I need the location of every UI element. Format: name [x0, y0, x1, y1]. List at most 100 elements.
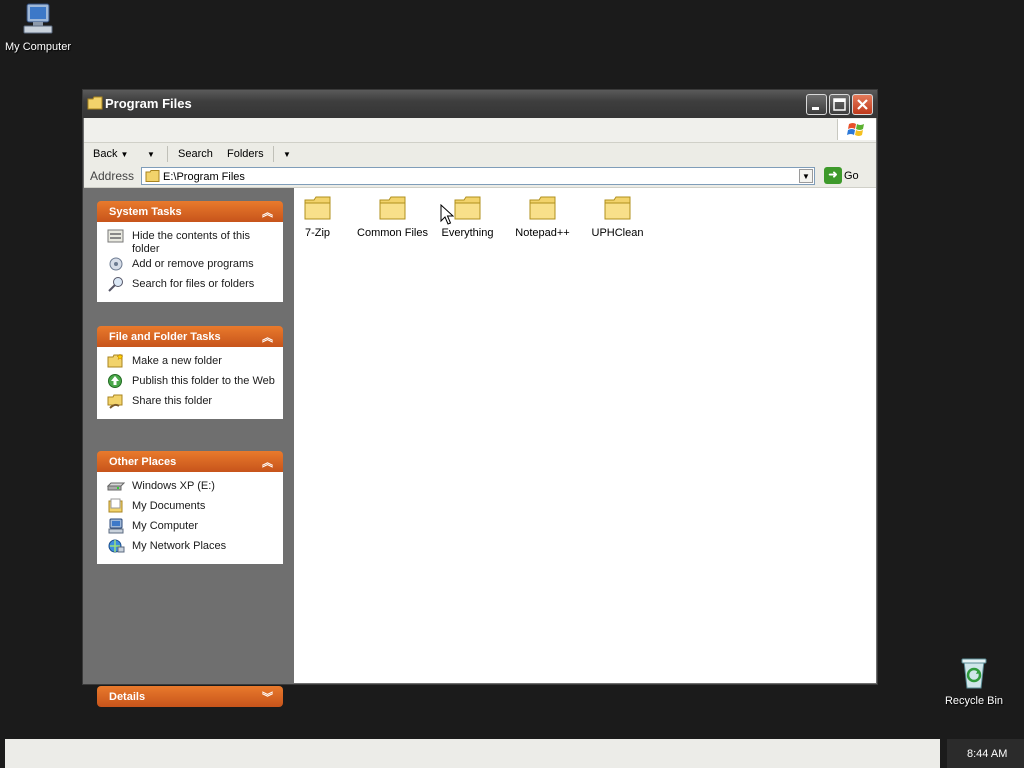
clock[interactable]: 8:44 AM	[967, 748, 1007, 760]
task-hide-contents[interactable]: Hide the contents of this folder	[107, 228, 277, 256]
forward-dropdown[interactable]: ▼	[147, 148, 155, 160]
folder-item[interactable]: Notepad++	[505, 194, 580, 239]
search-button[interactable]: Search	[178, 148, 213, 160]
system-tray: 8:44 AM	[947, 739, 1024, 768]
folder-name: 7-Zip	[304, 227, 331, 239]
explorer-window: Program Files Back ▼ ▼ Search Folders ▼	[82, 89, 878, 707]
maximize-button[interactable]	[829, 94, 850, 115]
folder-name: Everything	[441, 227, 494, 239]
place-label: Windows XP (E:)	[132, 480, 215, 492]
folder-name: Common Files	[357, 227, 428, 239]
hide-folder-icon	[107, 229, 124, 243]
go-arrow-icon: ➜	[824, 167, 842, 184]
add-remove-programs-icon	[109, 257, 123, 271]
dropdown-arrow-icon: ▼	[147, 150, 155, 159]
panel-title: File and Folder Tasks	[109, 331, 221, 343]
task-label: Add or remove programs	[132, 258, 254, 270]
file-view[interactable]: 7-Zip Common Files Everything Notepad++ …	[294, 188, 876, 683]
place-my-network-places[interactable]: My Network Places	[107, 538, 277, 558]
toolbar: Back ▼ ▼ Search Folders ▼	[84, 143, 876, 166]
address-input[interactable]: E:\Program Files ▼	[141, 167, 815, 185]
task-make-new-folder[interactable]: Make a new folder	[107, 353, 277, 373]
other-places-header[interactable]: Other Places ︽	[97, 451, 283, 472]
folder-icon	[454, 196, 480, 220]
toolbar-separator	[273, 146, 274, 162]
title-bar[interactable]: Program Files	[83, 90, 877, 118]
go-label: Go	[844, 169, 859, 182]
taskbar: 8:44 AM	[0, 737, 1024, 768]
collapse-icon[interactable]: ︽	[262, 329, 273, 345]
task-label: Make a new folder	[132, 355, 222, 367]
hard-drive-icon	[107, 482, 125, 491]
system-tasks-panel: System Tasks ︽ Hide the contents of this…	[97, 201, 283, 302]
go-button[interactable]: ➜ Go	[824, 167, 859, 184]
search-icon	[108, 277, 123, 292]
folder-icon	[304, 196, 330, 220]
place-label: My Network Places	[132, 540, 227, 552]
folders-button[interactable]: Folders	[227, 148, 264, 160]
other-places-panel: Other Places ︽ Windows XP (E:) My Docume…	[97, 451, 283, 564]
documents-icon	[108, 498, 123, 513]
panel-title: System Tasks	[109, 206, 182, 218]
task-label: Search for files or folders	[132, 278, 255, 290]
task-share-folder[interactable]: Share this folder	[107, 393, 277, 413]
task-label: Publish this folder to the Web	[132, 375, 275, 387]
task-label: Hide the contents of this folder	[132, 230, 251, 255]
collapse-icon[interactable]: ︽	[262, 204, 273, 220]
computer-icon	[23, 3, 53, 34]
menu-bar	[84, 118, 876, 143]
back-label: Back	[93, 148, 118, 160]
minimize-icon	[812, 107, 819, 110]
expand-icon[interactable]: ︾	[262, 689, 273, 705]
file-folder-tasks-header[interactable]: File and Folder Tasks ︽	[97, 326, 283, 347]
views-dropdown[interactable]: ▼	[283, 148, 291, 160]
folder-item[interactable]: 7-Zip	[280, 194, 355, 239]
minimize-button[interactable]	[806, 94, 827, 115]
panel-title: Other Places	[109, 456, 177, 468]
address-bar: Address E:\Program Files ▼ ➜ Go	[84, 165, 876, 188]
computer-icon	[108, 518, 124, 534]
windows-logo	[837, 119, 876, 140]
task-label: Share this folder	[132, 395, 213, 407]
place-label: My Documents	[132, 500, 206, 512]
task-publish-web[interactable]: Publish this folder to the Web	[107, 373, 277, 393]
address-value: E:\Program Files	[163, 171, 245, 183]
details-header[interactable]: Details ︾	[97, 686, 283, 707]
toolbar-separator	[167, 146, 168, 162]
network-icon	[108, 539, 125, 553]
collapse-icon[interactable]: ︽	[262, 454, 273, 470]
place-windows-xp-drive[interactable]: Windows XP (E:)	[107, 478, 277, 498]
panel-title: Details	[109, 691, 146, 703]
back-button[interactable]: Back ▼	[93, 148, 128, 160]
address-label: Address	[90, 169, 135, 183]
new-folder-icon	[107, 353, 124, 368]
close-button[interactable]	[852, 94, 873, 115]
folder-item[interactable]: UPHClean	[580, 194, 655, 239]
dropdown-arrow-icon: ▼	[283, 150, 291, 159]
share-folder-icon	[107, 394, 123, 409]
maximize-icon	[833, 98, 846, 111]
desktop-icon-label: My Computer	[4, 41, 72, 53]
folder-name: Notepad++	[515, 227, 570, 239]
task-add-remove-programs[interactable]: Add or remove programs	[107, 256, 277, 276]
folder-item[interactable]: Common Files	[355, 194, 430, 239]
taskbar-button-area[interactable]	[5, 739, 940, 768]
folder-icon	[87, 96, 103, 110]
task-search-files[interactable]: Search for files or folders	[107, 276, 277, 296]
publish-web-icon	[108, 374, 122, 388]
chevron-down-icon: ▼	[802, 172, 810, 181]
desktop-icon-my-computer[interactable]: My Computer	[0, 2, 83, 53]
folder-icon	[529, 196, 555, 220]
recycle-bin-icon	[961, 658, 987, 689]
place-my-computer[interactable]: My Computer	[107, 518, 277, 538]
folder-icon	[604, 196, 630, 220]
system-tasks-header[interactable]: System Tasks ︽	[97, 201, 283, 222]
details-panel: Details ︾	[97, 686, 283, 707]
folder-icon	[379, 196, 405, 220]
address-dropdown-button[interactable]: ▼	[799, 169, 813, 183]
place-my-documents[interactable]: My Documents	[107, 498, 277, 518]
task-pane: System Tasks ︽ Hide the contents of this…	[84, 188, 294, 707]
file-folder-tasks-panel: File and Folder Tasks ︽ Make a new folde…	[97, 326, 283, 419]
folder-name: UPHClean	[591, 227, 644, 239]
desktop-icon-recycle-bin[interactable]: Recycle Bin	[929, 656, 1019, 707]
